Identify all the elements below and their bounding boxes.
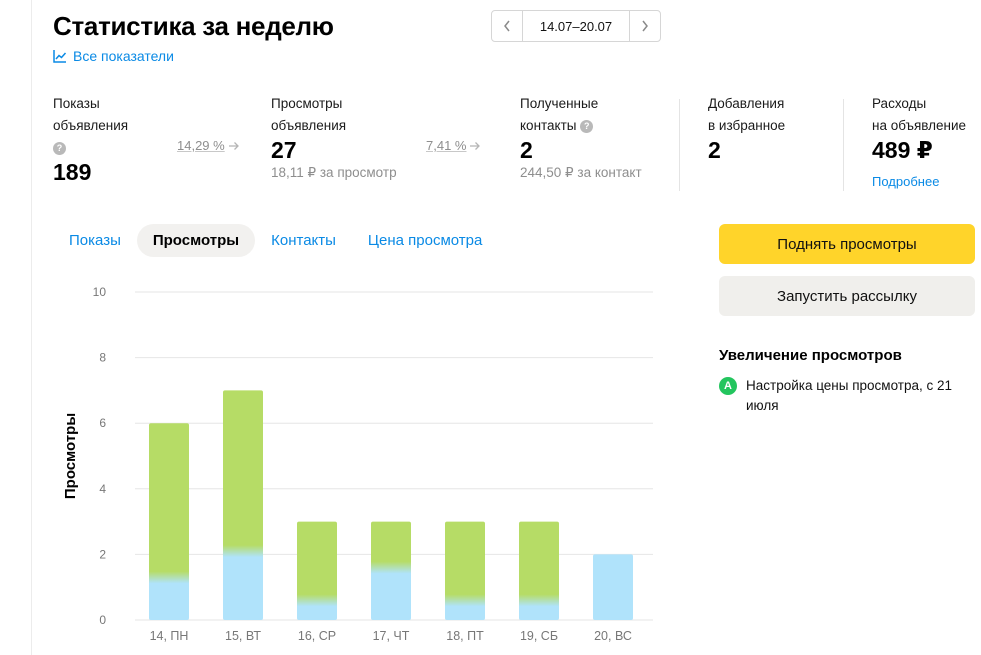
tab-views[interactable]: Просмотры [136, 224, 256, 257]
next-week-button[interactable] [629, 11, 660, 41]
metric-views: Просмотры объявления 27 18,11 ₽ за просм… [271, 93, 397, 181]
contacts-label-1: Полученные [520, 96, 599, 111]
x-tick-label: 19, СБ [520, 629, 558, 643]
y-tick-label: 8 [99, 351, 106, 365]
metric-impressions: Показы объявления ? 189 [53, 93, 128, 186]
favorites-value: 2 [708, 137, 721, 163]
favorites-label-2: в избранное [708, 118, 786, 133]
x-tick-label: 18, ПТ [446, 629, 484, 643]
expenses-details-link[interactable]: Подробнее [872, 174, 966, 189]
tab-contacts[interactable]: Контакты [255, 224, 352, 257]
left-divider [31, 0, 32, 655]
bar-4[interactable] [445, 521, 485, 620]
metric-expenses: Расходы на объявление 489 ₽ Подробнее [872, 93, 966, 189]
arrow-right-icon [470, 141, 481, 150]
views-label-2: объявления [271, 118, 347, 133]
bar-3[interactable] [371, 521, 411, 620]
date-range: 14.07–20.07 [539, 18, 613, 34]
bar-1[interactable] [223, 390, 263, 620]
views-value: 27 [271, 137, 297, 163]
page-title: Статистика за неделю [53, 11, 334, 41]
y-tick-label: 2 [99, 547, 106, 561]
bar-6[interactable] [593, 554, 633, 620]
bar-5[interactable] [519, 521, 559, 620]
favorites-label-1: Добавления [708, 96, 785, 111]
metrics-divider [843, 99, 844, 191]
bar-segment [149, 423, 189, 620]
boost-item: A Настройка цены просмотра, с 21 июля [719, 376, 956, 416]
bar-segment [593, 554, 633, 620]
bar-segment [223, 390, 263, 620]
contacts-label-text: контакты [520, 118, 577, 133]
tab-impressions[interactable]: Показы [53, 224, 137, 257]
raise-views-button[interactable]: Поднять просмотры [719, 224, 975, 264]
chart-tabs: Показы Просмотры Контакты Цена просмотра [53, 224, 498, 257]
x-tick-label: 17, ЧТ [373, 629, 410, 643]
chevron-left-icon [504, 20, 510, 32]
help-icon[interactable]: ? [580, 119, 594, 133]
y-tick-label: 6 [99, 416, 106, 430]
arrow-right-icon [228, 141, 239, 150]
metric-favorites: Добавления в избранное 2 [708, 93, 785, 164]
trend-chart-icon [53, 50, 67, 63]
boost-item-text: Настройка цены просмотра, с 21 июля [746, 378, 952, 413]
impressions-label-1: Показы [53, 96, 100, 111]
expenses-label-2: на объявление [872, 118, 967, 133]
contacts-cost: 244,50 ₽ за контакт [520, 165, 642, 180]
y-axis-label: Просмотры [62, 413, 79, 499]
y-tick-label: 4 [99, 482, 106, 496]
impressions-value: 189 [53, 159, 92, 185]
expenses-label-1: Расходы [872, 96, 927, 111]
conversion-views-contacts: 7,41 % [426, 138, 481, 153]
tab-view-price[interactable]: Цена просмотра [352, 224, 498, 257]
y-tick-label: 0 [99, 613, 106, 627]
views-chart: 0 2 4 6 8 10 14, ПН 15, ВТ 16, СР 17, ЧТ 18, ПТ 19,… [62, 285, 653, 643]
help-icon[interactable]: ? [53, 141, 66, 155]
conversion-rate-1: 14,29 % [177, 138, 225, 153]
prev-week-button[interactable] [492, 11, 523, 41]
y-tick-label: 10 [93, 285, 107, 299]
bar-segment [519, 521, 559, 620]
all-metrics-label: Все показатели [73, 48, 174, 64]
x-tick-label: 20, ВС [594, 629, 632, 643]
status-badge: A [719, 377, 737, 395]
bar-segment [297, 521, 337, 620]
expenses-value: 489 ₽ [872, 137, 933, 163]
bar-0[interactable] [149, 423, 189, 620]
x-tick-label: 14, ПН [150, 629, 189, 643]
all-metrics-link[interactable]: Все показатели [53, 48, 174, 64]
contacts-value: 2 [520, 137, 533, 163]
metrics-divider [679, 99, 680, 191]
x-tick-label: 15, ВТ [225, 629, 261, 643]
bar-2[interactable] [297, 521, 337, 620]
bar-segment [371, 521, 411, 620]
start-mailing-button[interactable]: Запустить рассылку [719, 276, 975, 316]
metric-contacts: Полученные контакты ? 2 244,50 ₽ за конт… [520, 93, 642, 181]
statistics-page: Статистика за неделю Все показатели 14.0… [0, 0, 981, 655]
boost-title: Увеличение просмотров [719, 347, 902, 364]
contacts-label-2: контакты ? [520, 115, 642, 137]
conversion-impressions-views: 14,29 % [177, 138, 240, 153]
bar-segment [445, 521, 485, 620]
views-cost: 18,11 ₽ за просмотр [271, 165, 397, 180]
conversion-rate-2: 7,41 % [426, 138, 467, 153]
date-navigator: 14.07–20.07 [491, 10, 661, 42]
impressions-label-2: объявления [53, 118, 129, 133]
chevron-right-icon [642, 20, 648, 32]
views-label-1: Просмотры [271, 96, 343, 111]
x-tick-label: 16, СР [298, 629, 336, 643]
